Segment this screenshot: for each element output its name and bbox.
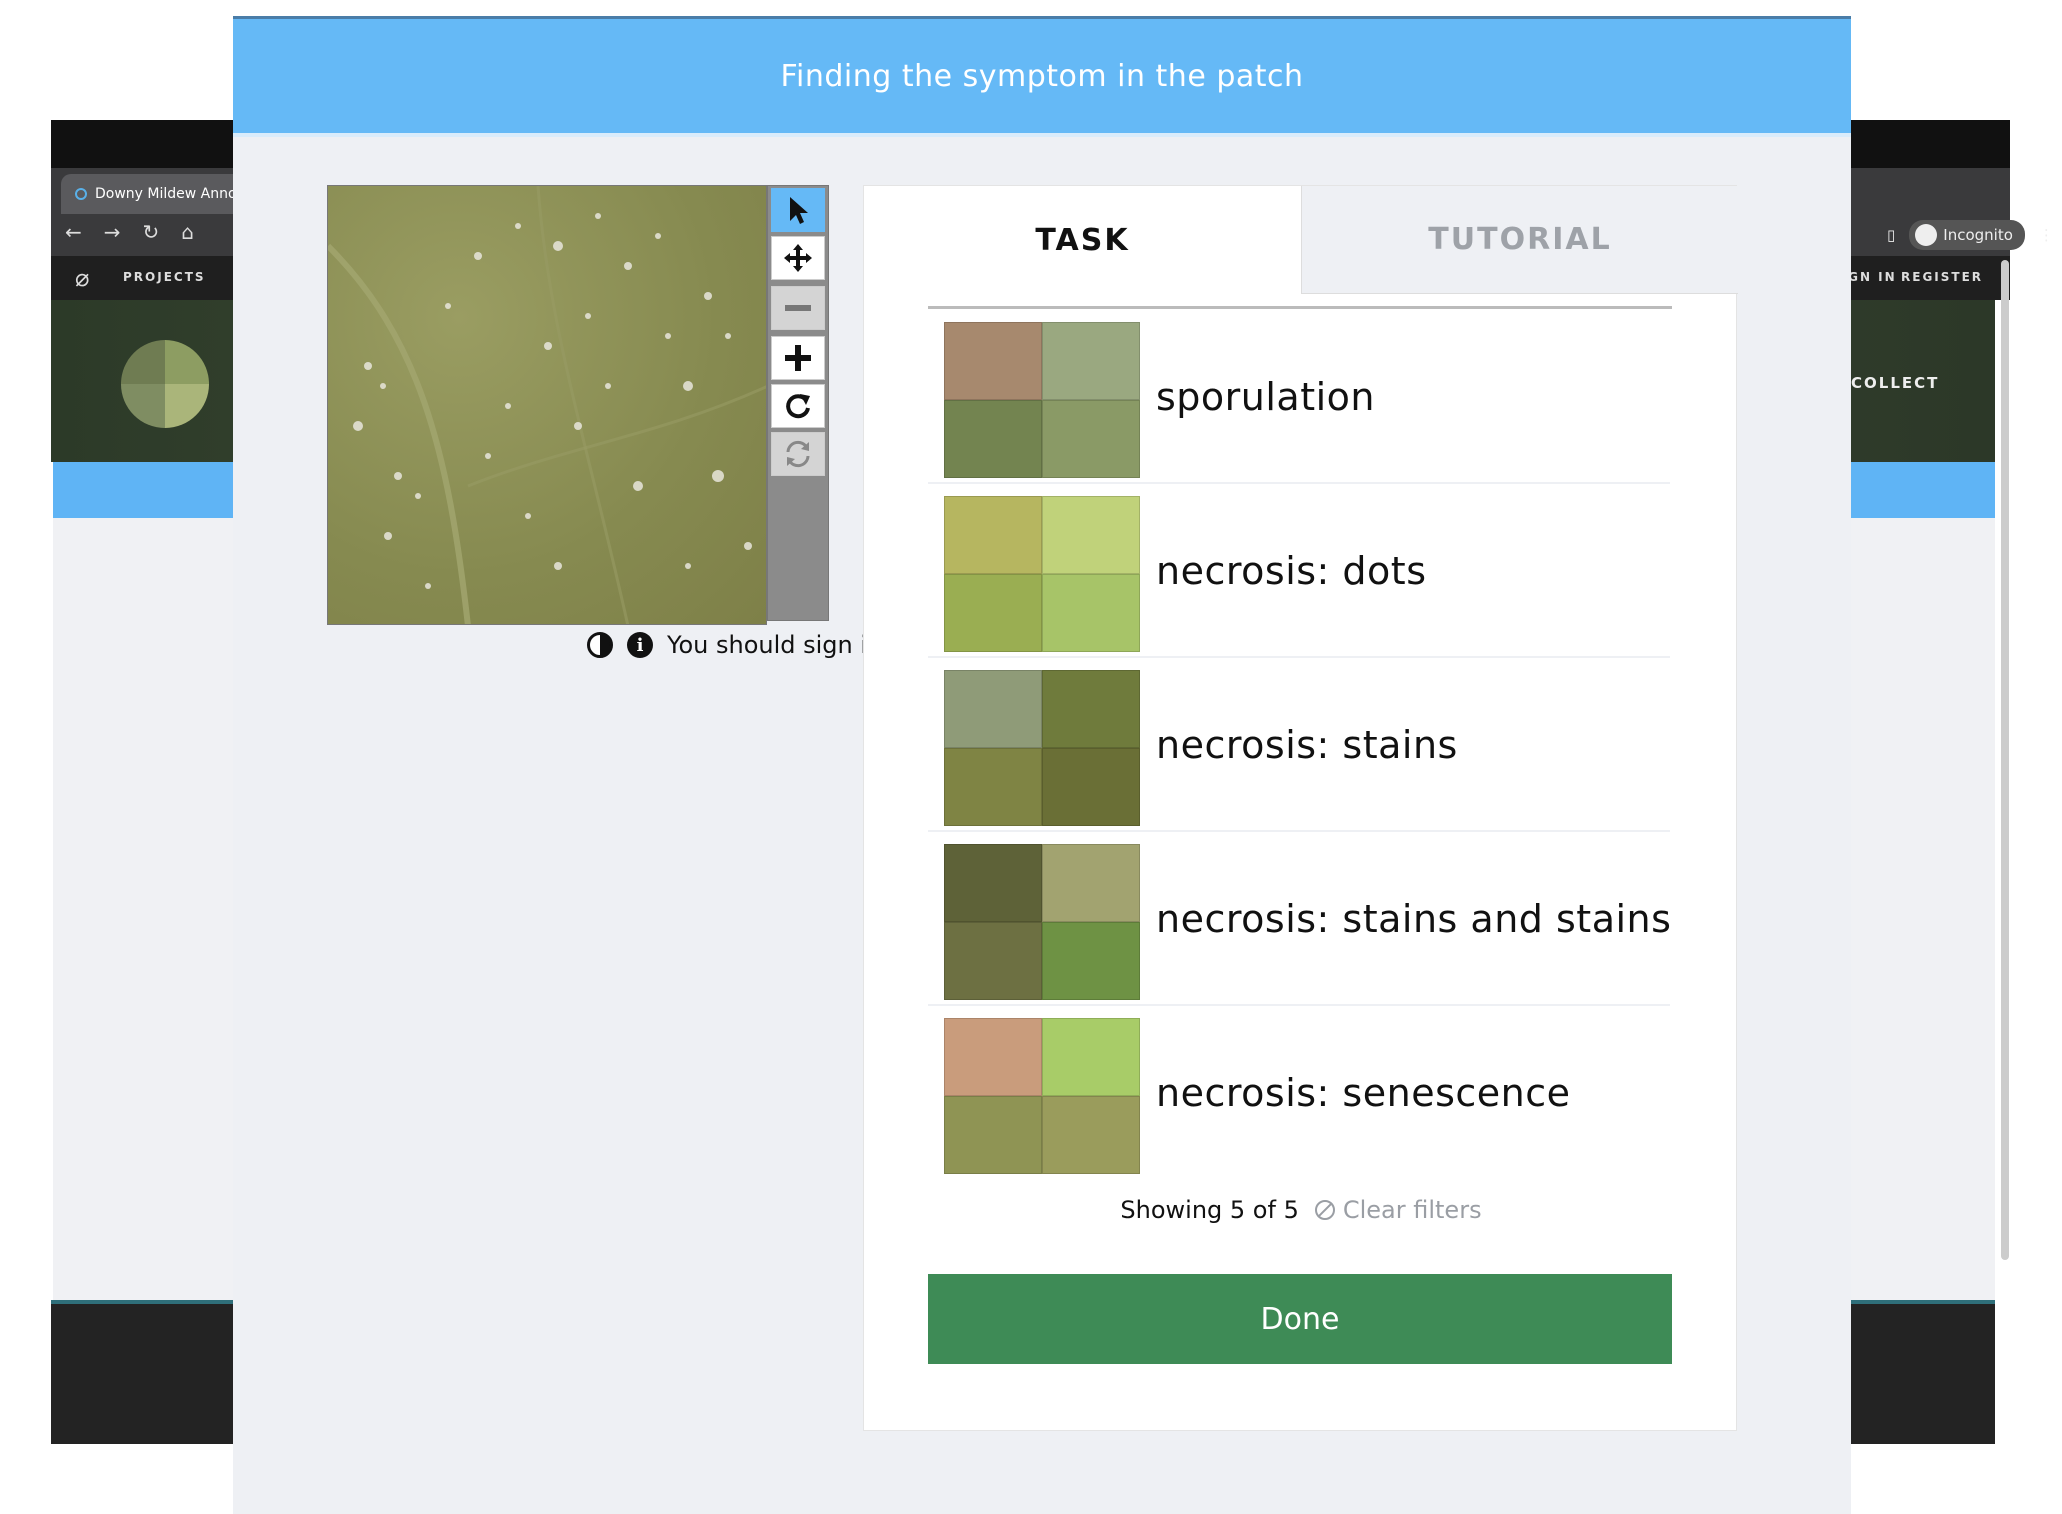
move-tool-button[interactable] [771,236,825,280]
zoom-in-button[interactable] [771,336,825,380]
rotate-icon [786,394,810,419]
back-icon[interactable]: ← [65,220,82,244]
viewer-toolbar [767,185,829,621]
thumb-tile [944,496,1042,574]
subject-viewer: i You should sign in! [327,185,892,659]
filter-status: Showing 5 of 5 Clear filters [864,1196,1738,1224]
collect-link[interactable]: COLLECT [1851,374,1939,392]
choice-label: necrosis: stains [1156,723,1458,767]
menu-icon[interactable]: ⋮ [2039,226,2054,244]
ban-icon [1314,1200,1335,1220]
choice-necrosis-stains[interactable]: necrosis: stains [928,658,1670,832]
choice-label: sporulation [1156,375,1376,419]
move-icon [784,244,812,272]
incognito-badge[interactable]: Incognito [1909,220,2025,250]
choice-label: necrosis: stains and stains [1156,897,1672,941]
thumb-tile [944,1096,1042,1174]
choice-thumbnail [944,670,1140,826]
choice-thumbnail [944,496,1140,652]
classify-modal: Finding the symptom in the patch i You s… [233,16,1851,1514]
thumb-tile [944,844,1042,922]
clear-filters-button[interactable]: Clear filters [1314,1196,1482,1224]
thumb-tile [1042,1018,1140,1096]
thumb-tile [1042,322,1140,400]
thumb-tile [944,748,1042,826]
choice-thumbnail [944,844,1140,1000]
project-avatar [121,340,209,428]
tab-task[interactable]: TASK [864,186,1301,294]
choice-label: necrosis: dots [1156,549,1427,593]
thumb-tile [944,322,1042,400]
browser-profile-area: ▯ Incognito ⋮ [1887,220,2054,250]
favicon-icon [75,188,87,200]
choice-necrosis-dots[interactable]: necrosis: dots [928,484,1670,658]
choice-thumbnail [944,1018,1140,1174]
choice-sporulation[interactable]: sporulation [928,310,1670,484]
reload-icon[interactable]: ↻ [143,220,160,244]
choice-necrosis-senescence[interactable]: necrosis: senescence [928,1006,1670,1180]
reset-button[interactable] [771,432,825,476]
thumb-tile [1042,1096,1140,1174]
thumb-tile [1042,844,1140,922]
nav-projects-link[interactable]: PROJECTS [123,270,206,284]
thumb-tile [1042,922,1140,1000]
showing-count: Showing 5 of 5 [1120,1196,1299,1224]
reset-icon [786,440,810,468]
modal-header-divider [233,133,1851,137]
thumb-tile [944,922,1042,1000]
browser-nav-buttons: ← → ↻ ⌂ [65,220,194,244]
incognito-label: Incognito [1943,226,2013,244]
clear-filters-label: Clear filters [1342,1196,1482,1224]
invert-contrast-icon[interactable] [587,632,613,658]
page-scrollbar[interactable] [2001,260,2009,1260]
forward-icon[interactable]: → [104,220,121,244]
choice-necrosis-stains-and-stains[interactable]: necrosis: stains and stains [928,832,1672,1006]
choice-label: necrosis: senescence [1156,1071,1571,1115]
zoom-out-button[interactable] [771,286,825,330]
thumb-tile [1042,400,1140,478]
viewer-footer: i You should sign in! [587,631,892,659]
thumb-tile [944,400,1042,478]
site-logo-icon[interactable]: ⌀ [75,264,89,292]
browser-tab-title: Downy Mildew Annota [95,186,251,202]
incognito-icon [1915,224,1938,246]
task-panel: TASK TUTORIAL sporulation necrosis: dots… [863,185,1738,1431]
thumb-tile [1042,496,1140,574]
thumb-tile [944,670,1042,748]
nav-register-link[interactable]: REGISTER [1901,270,1983,284]
thumb-tile [944,1018,1042,1096]
leaf-patch-image[interactable] [327,185,767,625]
info-icon[interactable]: i [627,632,653,658]
zoom-in-icon [785,345,811,371]
thumb-tile [1042,670,1140,748]
thumb-tile [1042,574,1140,652]
done-button[interactable]: Done [928,1274,1672,1364]
modal-title: Finding the symptom in the patch [233,19,1851,133]
sidebar-icon[interactable]: ▯ [1887,226,1895,244]
rotate-button[interactable] [771,384,825,428]
thumb-tile [1042,748,1140,826]
home-icon[interactable]: ⌂ [181,220,194,244]
pointer-icon [790,197,808,224]
browser-tab[interactable]: Downy Mildew Annota [61,174,251,214]
tab-divider [928,306,1672,309]
pointer-tool-button[interactable] [771,188,825,232]
sign-in-message: You should sign in! [667,631,892,659]
choice-thumbnail [944,322,1140,478]
thumb-tile [944,574,1042,652]
zoom-out-icon [785,305,811,311]
tab-tutorial[interactable]: TUTORIAL [1301,186,1738,294]
